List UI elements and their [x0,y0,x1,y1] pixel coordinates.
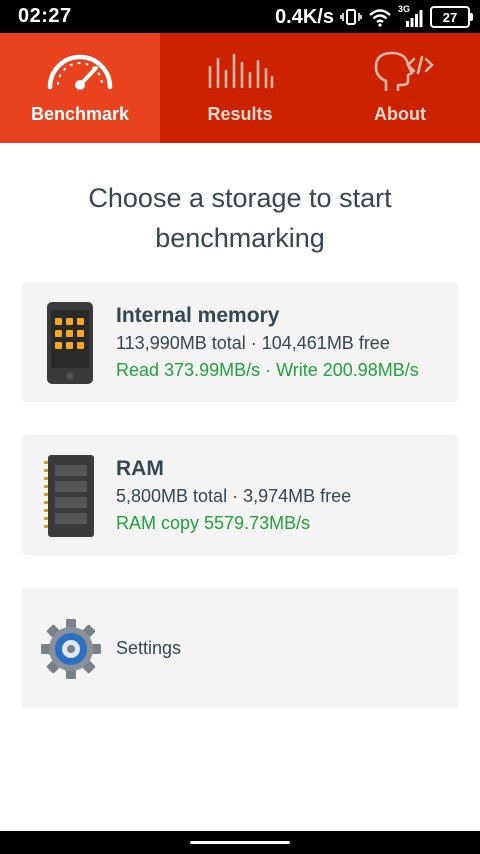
card-title: Internal memory [116,304,280,327]
tab-label: Results [207,104,273,124]
navigation-bar [0,831,480,854]
page-heading: Choose a storage to start benchmarking [40,178,440,258]
phone-icon [47,302,93,384]
settings-label: Settings [116,638,182,658]
card-capacity: 113,990MB total · 104,461MB free [116,333,390,353]
tab-about[interactable]: About [320,33,480,143]
tab-benchmark[interactable]: Benchmark [0,33,160,143]
battery-icon: 27 [430,6,473,28]
status-icons: 0.4K/s 3G 27 [275,4,473,30]
ram-card[interactable]: RAM 5,800MB total · 3,974MB free RAM cop… [22,435,458,555]
bars-icon [208,53,274,89]
tab-label: About [374,104,426,124]
head-code-icon [374,51,434,91]
home-gesture-handle[interactable] [190,841,290,844]
card-speed: Read 373.99MB/s · Write 200.98MB/s [116,360,419,380]
net-speed: 0.4K/s [275,5,334,28]
heading-line-1: Choose a storage to start [88,183,392,213]
internal-memory-card[interactable]: Internal memory 113,990MB total · 104,46… [22,282,458,402]
tab-results[interactable]: Results [160,33,320,143]
card-title: RAM [116,457,164,480]
card-capacity: 5,800MB total · 3,974MB free [116,486,352,506]
wifi-icon [369,9,391,27]
gear-icon [41,619,101,679]
vibrate-icon [340,9,362,25]
tab-label: Benchmark [30,104,130,124]
heading-line-2: benchmarking [155,223,325,253]
signal-icon: 3G [398,4,424,28]
tab-bar: Benchmark Results About [0,33,480,143]
status-time: 02:27 [18,5,72,27]
settings-card[interactable]: Settings [22,588,458,708]
ram-chip-icon [44,455,94,537]
card-speed: RAM copy 5579.73MB/s [116,513,311,533]
speedometer-icon [47,54,113,90]
status-bar: 02:27 0.4K/s 3G 27 [0,0,480,33]
battery-level: 27 [442,9,458,25]
